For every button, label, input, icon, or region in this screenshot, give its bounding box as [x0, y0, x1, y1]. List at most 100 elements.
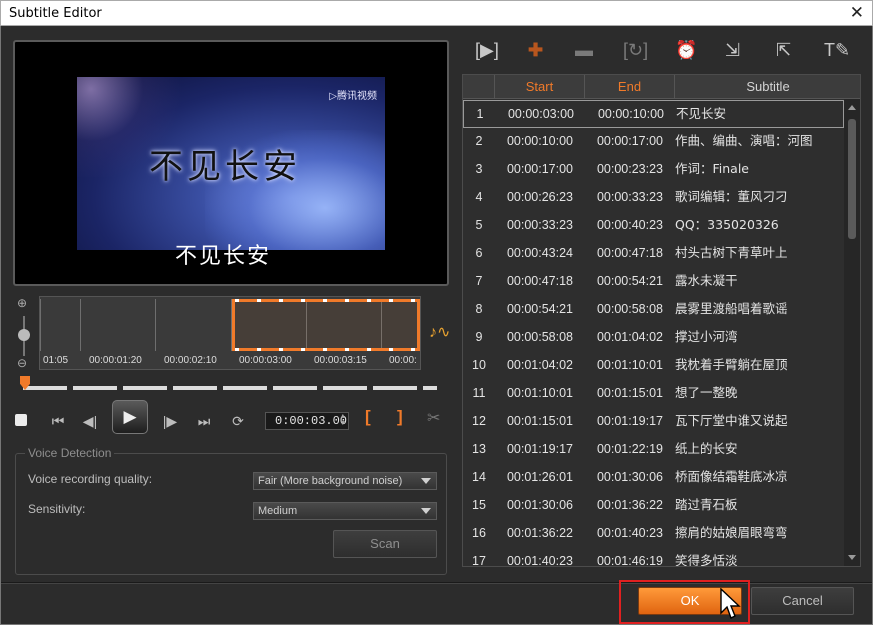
- timeline-label: 00:00:01:20: [89, 355, 142, 366]
- row-number: 16: [472, 526, 486, 540]
- row-end-time: 00:01:10:01: [596, 358, 664, 372]
- cancel-button[interactable]: Cancel: [751, 587, 854, 615]
- table-row[interactable]: 1 00:00:03:00 00:00:10:00 不见长安: [463, 100, 844, 128]
- close-icon[interactable]: ✕: [850, 4, 864, 22]
- table-row[interactable]: 16 00:01:36:22 00:01:40:23 擦肩的姑娘眉眼弯弯: [463, 520, 844, 548]
- row-start-time: 00:00:47:18: [506, 274, 574, 288]
- timeline-label: 00:00:: [389, 355, 417, 366]
- remove-subtitle-icon[interactable]: ▬: [575, 40, 593, 60]
- table-row[interactable]: 5 00:00:33:23 00:00:40:23 QQ：335020326: [463, 212, 844, 240]
- column-header-end[interactable]: End: [585, 75, 675, 99]
- subtitle-table[interactable]: Start End Subtitle 1 00:00:03:00 00:00:10:…: [462, 74, 861, 567]
- table-row[interactable]: 9 00:00:58:08 00:01:04:02 撑过小河湾: [463, 324, 844, 352]
- row-end-time: 00:01:04:02: [596, 330, 664, 344]
- window-title: Subtitle Editor: [9, 6, 102, 21]
- row-number: 10: [472, 358, 486, 372]
- row-number: 17: [472, 554, 486, 567]
- row-end-time: 00:00:17:00: [596, 134, 664, 148]
- timecode-spinner-icon[interactable]: ▲ ▼: [341, 414, 345, 428]
- zoom-out-icon[interactable]: ⊖: [17, 356, 27, 370]
- row-number: 6: [475, 246, 483, 260]
- timeline-cell: [80, 299, 155, 351]
- row-end-time: 00:00:10:00: [597, 107, 665, 121]
- column-header-start[interactable]: Start: [495, 75, 585, 99]
- join-subtitle-icon[interactable]: [↻]: [623, 40, 648, 60]
- table-row[interactable]: 11 00:01:10:01 00:01:15:01 想了一整晚: [463, 380, 844, 408]
- row-subtitle-text: 纸上的长安: [675, 441, 738, 456]
- table-row[interactable]: 2 00:00:10:00 00:00:17:00 作曲、编曲、演唱：河图: [463, 128, 844, 156]
- table-row[interactable]: 13 00:01:19:17 00:01:22:19 纸上的长安: [463, 436, 844, 464]
- row-start-time: 00:00:26:23: [506, 190, 574, 204]
- row-number: 9: [475, 330, 483, 344]
- timeline-label: 01:05: [43, 355, 69, 366]
- column-header-subtitle[interactable]: Subtitle: [675, 75, 860, 99]
- table-row[interactable]: 4 00:00:26:23 00:00:33:23 歌词编辑：董风刁刁: [463, 184, 844, 212]
- row-number: 3: [475, 162, 483, 176]
- table-row[interactable]: 7 00:00:47:18 00:00:54:21 露水未凝干: [463, 268, 844, 296]
- table-row[interactable]: 8 00:00:54:21 00:00:58:08 晨雾里渡船唱着歌谣: [463, 296, 844, 324]
- timecode-field[interactable]: 0:00:03.00 ▲ ▼: [265, 412, 349, 430]
- timecode-value: 0:00:03.00: [275, 414, 348, 428]
- scan-button[interactable]: Scan: [333, 530, 437, 558]
- export-subtitle-icon[interactable]: ⇱: [776, 40, 791, 60]
- table-row[interactable]: 15 00:01:30:06 00:01:36:22 踏过青石板: [463, 492, 844, 520]
- stop-button[interactable]: [15, 414, 27, 426]
- table-row[interactable]: 14 00:01:26:01 00:01:30:06 桥面像结霜鞋底冰凉: [463, 464, 844, 492]
- table-row[interactable]: 10 00:01:04:02 00:01:10:01 我枕着手臂躺在屋顶: [463, 352, 844, 380]
- chevron-down-icon: [421, 508, 431, 514]
- go-to-end-icon[interactable]: ⏭: [193, 406, 215, 436]
- table-row[interactable]: 3 00:00:17:00 00:00:23:23 作词：Finale: [463, 156, 844, 184]
- row-start-time: 00:01:04:02: [506, 358, 574, 372]
- sensitivity-dropdown[interactable]: Medium: [253, 502, 437, 520]
- go-to-start-icon[interactable]: ⏮: [47, 406, 69, 436]
- row-subtitle-text: 作词：Finale: [675, 161, 749, 176]
- column-header-number: [463, 75, 495, 99]
- row-subtitle-text: QQ：335020326: [675, 217, 779, 232]
- row-number: 1: [476, 107, 484, 121]
- table-row[interactable]: 6 00:00:43:24 00:00:47:18 村头古树下青草叶上: [463, 240, 844, 268]
- mark-out-button[interactable]: ]: [397, 407, 403, 427]
- row-subtitle-text: 不见长安: [676, 106, 727, 121]
- scroll-up-icon[interactable]: [848, 105, 856, 110]
- scrollbar-thumb[interactable]: [848, 119, 856, 239]
- voice-detection-legend: Voice Detection: [25, 446, 115, 460]
- mark-in-button[interactable]: [: [365, 407, 371, 427]
- row-end-time: 00:00:54:21: [596, 274, 664, 288]
- add-subtitle-icon[interactable]: ✚: [528, 40, 543, 60]
- zoom-slider-knob[interactable]: [18, 329, 30, 341]
- waveform-icon[interactable]: ♪∿: [429, 322, 450, 342]
- import-subtitle-icon[interactable]: ⇲: [725, 40, 740, 60]
- voice-quality-label: Voice recording quality:: [28, 472, 153, 486]
- previous-frame-icon[interactable]: ◀|: [79, 406, 101, 436]
- scroll-down-icon[interactable]: [848, 555, 856, 560]
- row-end-time: 00:00:47:18: [596, 246, 664, 260]
- row-start-time: 00:01:10:01: [506, 386, 574, 400]
- row-end-time: 00:01:40:23: [596, 526, 664, 540]
- play-button[interactable]: ▶: [112, 400, 148, 434]
- sensitivity-label: Sensitivity:: [28, 502, 86, 516]
- row-start-time: 00:01:26:01: [506, 470, 574, 484]
- row-start-time: 00:00:58:08: [506, 330, 574, 344]
- zoom-in-icon[interactable]: ⊕: [17, 296, 27, 310]
- chevron-down-icon: [421, 478, 431, 484]
- title-bar: Subtitle Editor ✕: [0, 0, 873, 26]
- voice-quality-dropdown[interactable]: Fair (More background noise): [253, 472, 437, 490]
- time-offset-icon[interactable]: ⏰: [675, 40, 697, 60]
- row-number: 8: [475, 302, 483, 316]
- timeline-selected-clip[interactable]: [232, 299, 420, 351]
- play-subtitle-icon[interactable]: [▶]: [475, 40, 499, 60]
- row-subtitle-text: 歌词编辑：董风刁刁: [675, 189, 788, 204]
- scissors-icon[interactable]: ✂: [427, 408, 440, 428]
- row-start-time: 00:00:03:00: [507, 107, 575, 121]
- timeline[interactable]: 01:05 00:00:01:20 00:00:02:10 00:00:03:0…: [39, 296, 421, 370]
- next-frame-icon[interactable]: |▶: [159, 406, 181, 436]
- table-scrollbar[interactable]: [844, 99, 860, 566]
- row-end-time: 00:01:36:22: [596, 498, 664, 512]
- text-options-icon[interactable]: T✎: [824, 40, 850, 60]
- row-number: 15: [472, 498, 486, 512]
- scrub-bar[interactable]: [23, 386, 437, 390]
- timeline-label: 00:00:02:10: [164, 355, 217, 366]
- repeat-icon[interactable]: ⟳: [227, 406, 249, 436]
- table-row[interactable]: 17 00:01:40:23 00:01:46:19 笑得多恬淡: [463, 548, 844, 567]
- table-row[interactable]: 12 00:01:15:01 00:01:19:17 瓦下厅堂中谁又说起: [463, 408, 844, 436]
